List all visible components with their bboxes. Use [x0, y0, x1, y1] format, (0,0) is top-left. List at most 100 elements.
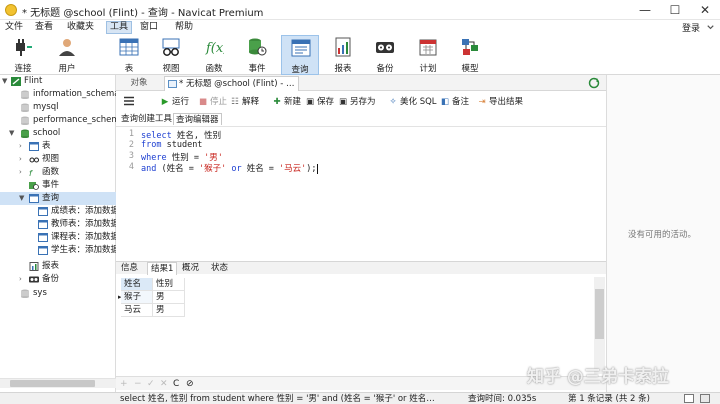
- tree-db-school[interactable]: ▼ school: [0, 127, 116, 140]
- line-number: 3: [128, 151, 134, 161]
- toolbar-connection-button[interactable]: 连接: [4, 35, 42, 75]
- tree-db-sys[interactable]: sys: [0, 287, 116, 300]
- hamburger-menu-icon[interactable]: [124, 96, 134, 106]
- chevron-right-icon[interactable]: ›: [19, 166, 27, 179]
- text-cursor: [316, 163, 318, 174]
- note-button[interactable]: ◧ 备注: [440, 96, 469, 108]
- sidebar-horizontal-scrollbar[interactable]: [0, 378, 116, 388]
- table-cell[interactable]: 马云: [121, 304, 153, 317]
- tree-school-backups[interactable]: › 备份: [0, 273, 116, 286]
- toolbar-event-button[interactable]: 事件: [238, 35, 276, 75]
- export-label: 导出结果: [489, 97, 524, 107]
- chevron-down-icon[interactable]: [705, 22, 716, 33]
- refresh-activity-icon[interactable]: [588, 77, 600, 89]
- save-button[interactable]: ▣ 保存: [305, 96, 334, 108]
- toolbar-query-button[interactable]: 查询: [281, 35, 319, 75]
- tab-status[interactable]: 状态: [208, 262, 231, 275]
- tree-connection-flint[interactable]: ▼ Flint: [0, 75, 116, 88]
- tab-profile[interactable]: 概况: [179, 262, 202, 275]
- chevron-right-icon[interactable]: ›: [19, 273, 27, 286]
- toolbar-view-button[interactable]: 视图: [152, 35, 190, 75]
- maximize-button[interactable]: ☐: [660, 0, 690, 20]
- toolbar-report-button[interactable]: 报表: [324, 35, 362, 75]
- menu-favorites[interactable]: 收藏夹: [64, 21, 97, 34]
- tab-query[interactable]: * 无标题 @school (Flint) - 查...: [164, 76, 299, 91]
- chevron-right-icon[interactable]: ›: [19, 153, 27, 166]
- tree-query-item[interactable]: 教师表：添加数据: [0, 218, 116, 231]
- beautify-sql-button[interactable]: ✧ 美化 SQL: [388, 96, 436, 108]
- toolbar-table-button[interactable]: 表: [110, 35, 148, 75]
- tree-school-views[interactable]: › 视图: [0, 153, 116, 166]
- toolbar-label: 报表: [334, 64, 352, 74]
- column-header[interactable]: 姓名: [121, 278, 153, 291]
- menu-tools[interactable]: 工具: [106, 21, 133, 34]
- toolbar-schedule-button[interactable]: 计划: [409, 35, 447, 75]
- new-button[interactable]: ✚ 新建: [272, 96, 301, 108]
- tree-school-reports[interactable]: 报表: [0, 260, 116, 273]
- tree-query-item[interactable]: 学生表：添加数据: [0, 244, 116, 257]
- tree-school-functions[interactable]: › f 函数: [0, 166, 116, 179]
- toolbar-user-button[interactable]: 用户: [48, 35, 86, 75]
- scrollbar-thumb[interactable]: [10, 380, 95, 387]
- tree-label: 备份: [42, 274, 60, 284]
- table-cell[interactable]: 男: [153, 304, 185, 317]
- grid-vertical-scrollbar[interactable]: [594, 277, 605, 374]
- form-view-icon[interactable]: [700, 394, 710, 403]
- chevron-down-icon[interactable]: ▼: [9, 127, 17, 140]
- stop-refresh-icon[interactable]: ⊘: [186, 378, 194, 390]
- menu-help[interactable]: 帮助: [172, 21, 196, 34]
- tree-school-queries[interactable]: ▼ 查询: [0, 192, 116, 205]
- editor-mode-tabs: 查询创建工具 查询编辑器: [116, 112, 606, 126]
- database-icon: [21, 90, 29, 99]
- chevron-down-icon[interactable]: ▼: [2, 75, 10, 88]
- toolbar-label: 函数: [205, 64, 223, 74]
- toolbar-function-button[interactable]: f(x) 函数: [195, 35, 233, 75]
- tree-db-performance-schema[interactable]: performance_schema: [0, 114, 116, 127]
- menu-file[interactable]: 文件: [2, 21, 26, 34]
- save-as-button[interactable]: ▣ 另存为: [338, 96, 376, 108]
- tree-db-mysql[interactable]: mysql: [0, 101, 116, 114]
- toolbar-model-button[interactable]: 模型: [451, 35, 489, 75]
- sql-editor[interactable]: 1 2 3 4 select 姓名, 性别 from student where…: [116, 126, 606, 260]
- delete-row-icon[interactable]: −: [134, 378, 142, 390]
- tab-objects[interactable]: 对象: [116, 75, 162, 91]
- tree-query-item[interactable]: 成绩表：添加数据: [0, 205, 116, 218]
- apply-icon[interactable]: ✓: [147, 378, 155, 390]
- discard-icon[interactable]: ✕: [160, 378, 168, 390]
- toolbar-backup-button[interactable]: 备份: [366, 35, 404, 75]
- add-row-icon[interactable]: +: [120, 378, 128, 390]
- tree-db-information-schema[interactable]: information_schema: [0, 88, 116, 101]
- scrollbar-thumb[interactable]: [595, 289, 604, 339]
- menu-window[interactable]: 窗口: [137, 21, 161, 34]
- grid-view-icon[interactable]: [684, 394, 694, 403]
- tree-query-item[interactable]: 课程表：添加数据: [0, 231, 116, 244]
- tab-query-editor[interactable]: 查询编辑器: [173, 113, 222, 125]
- run-button[interactable]: ▶ 运行: [160, 96, 189, 108]
- watermark-text: 知乎 @三弟卡索拉: [527, 367, 669, 387]
- chevron-down-icon[interactable]: ▼: [19, 192, 27, 205]
- table-cell[interactable]: 猴子: [121, 291, 153, 304]
- result-grid[interactable]: 姓名 性别 ▸ 猴子 男 马云 男: [116, 275, 606, 376]
- close-button[interactable]: ✕: [690, 0, 720, 20]
- tab-result-1[interactable]: 结果1: [147, 262, 178, 275]
- tree-school-events[interactable]: 事件: [0, 179, 116, 192]
- table-cell[interactable]: 男: [153, 291, 185, 304]
- connection-icon: [11, 77, 21, 86]
- database-icon: [21, 116, 29, 125]
- export-result-button[interactable]: ⇥ 导出结果: [477, 96, 523, 108]
- minimize-button[interactable]: —: [630, 0, 660, 20]
- title-bar: * 无标题 @school (Flint) - 查询 - Navicat Pre…: [0, 0, 720, 20]
- tab-info[interactable]: 信息: [118, 262, 141, 275]
- chevron-right-icon[interactable]: ›: [19, 140, 27, 153]
- explain-button[interactable]: ☷ 解释: [230, 96, 259, 108]
- navicat-app-icon: [5, 4, 17, 16]
- report-icon: [335, 37, 351, 57]
- stop-button[interactable]: ■ 停止: [198, 96, 227, 108]
- login-link[interactable]: 登录: [682, 21, 700, 34]
- tab-query-builder[interactable]: 查询创建工具: [119, 113, 174, 125]
- menu-view[interactable]: 查看: [32, 21, 56, 34]
- tree-school-tables[interactable]: › 表: [0, 140, 116, 153]
- column-header[interactable]: 性别: [153, 278, 185, 291]
- refresh-icon[interactable]: C: [173, 378, 179, 390]
- query-icon: [38, 233, 48, 242]
